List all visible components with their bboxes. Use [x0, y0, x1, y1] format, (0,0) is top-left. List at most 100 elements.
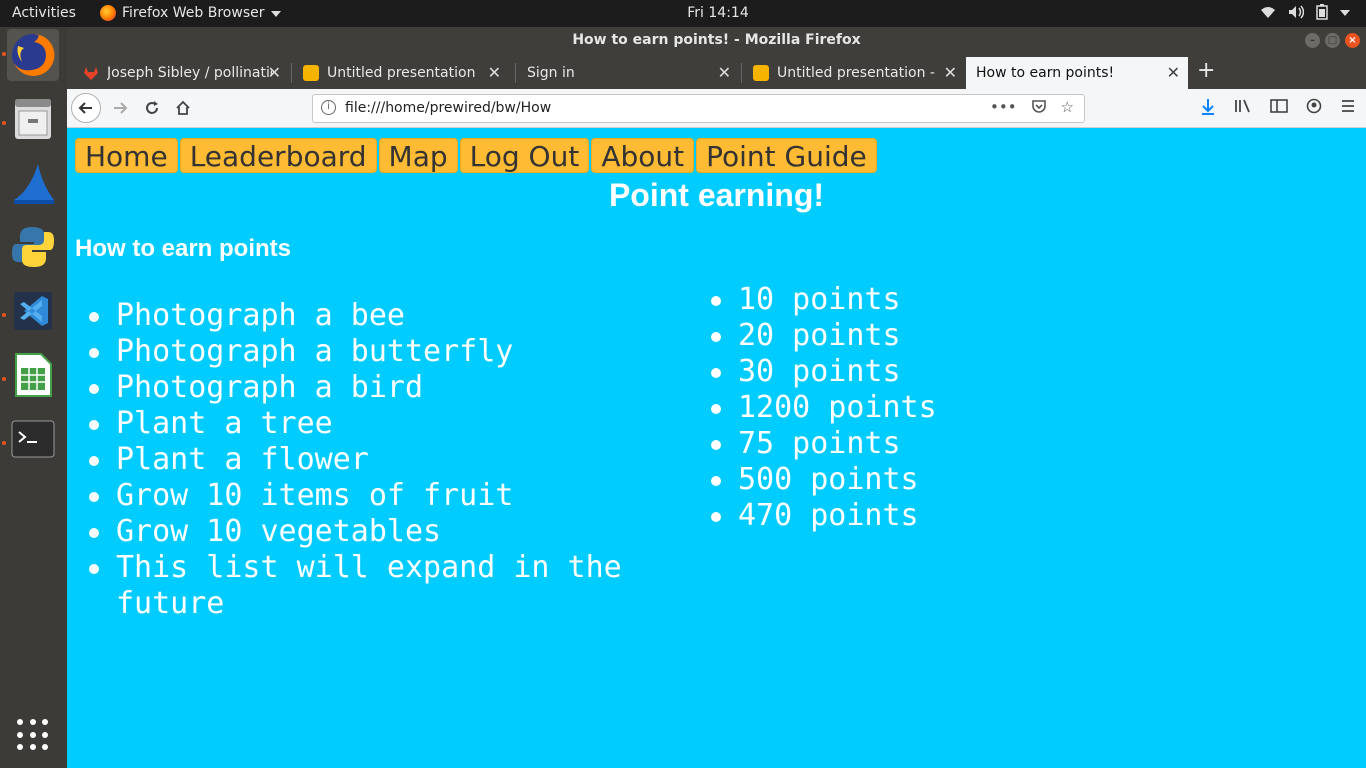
running-indicator: [2, 313, 6, 317]
app-menu[interactable]: Firefox Web Browser: [100, 5, 281, 21]
dock-vscode[interactable]: [7, 285, 59, 337]
bookmark-star-icon[interactable]: ☆: [1061, 98, 1074, 116]
window-title-bar[interactable]: How to earn points! - Mozilla Firefox – …: [67, 27, 1366, 55]
home-icon: [176, 100, 190, 115]
tab-gitlab[interactable]: Joseph Sibley / pollinatio ✕: [73, 57, 289, 89]
tab-label: Untitled presentation - G: [777, 65, 939, 81]
nav-about-link[interactable]: About: [591, 138, 695, 173]
library-icon[interactable]: [1234, 98, 1252, 114]
running-indicator: [2, 52, 6, 56]
tab-label: How to earn points!: [976, 65, 1115, 81]
list-item: 1200 points: [697, 390, 1097, 426]
tab-slides-2[interactable]: Untitled presentation - G ✕: [743, 57, 965, 89]
list-item: 500 points: [697, 462, 1097, 498]
navigation-toolbar: i file:///home/prewired/bw/How ••• ☆: [67, 89, 1366, 128]
volume-icon: [1289, 5, 1304, 19]
close-icon[interactable]: ✕: [488, 63, 501, 82]
list-item: Plant a flower: [75, 442, 645, 478]
new-tab-button[interactable]: +: [1197, 58, 1215, 83]
section-heading: How to earn points: [75, 235, 291, 262]
maximize-icon[interactable]: □: [1325, 33, 1340, 48]
list-item: This list will expand in the future: [75, 550, 645, 622]
sync-account-icon[interactable]: [1306, 98, 1322, 114]
activities-list: Photograph a bee Photograph a butterfly …: [75, 298, 645, 622]
dock: [0, 27, 67, 768]
dock-calc[interactable]: [7, 349, 59, 401]
dock-files[interactable]: [7, 93, 59, 145]
list-item: Grow 10 items of fruit: [75, 478, 645, 514]
nav-leaderboard-link[interactable]: Leaderboard: [179, 138, 377, 173]
battery-icon: [1316, 4, 1328, 20]
gitlab-icon: [84, 67, 98, 80]
list-item: 75 points: [697, 426, 1097, 462]
tab-separator: [291, 63, 292, 83]
slides-icon: [753, 65, 769, 81]
firefox-icon: [100, 5, 116, 21]
list-item: 10 points: [697, 282, 1097, 318]
nav-home-link[interactable]: Home: [75, 138, 178, 173]
forward-button[interactable]: [105, 93, 135, 123]
running-indicator: [2, 441, 6, 445]
web-page: Home Leaderboard Map Log Out About Point…: [67, 128, 1366, 768]
download-icon[interactable]: [1200, 98, 1216, 116]
reload-button[interactable]: [137, 93, 167, 123]
points-list: 10 points 20 points 30 points 1200 point…: [697, 282, 1097, 534]
close-icon[interactable]: ✕: [944, 63, 957, 82]
home-button[interactable]: [168, 93, 198, 123]
toolbar-right: [1200, 98, 1356, 116]
tab-separator: [515, 63, 516, 83]
close-icon[interactable]: ✕: [1167, 63, 1180, 82]
file-cabinet-icon: [15, 99, 51, 139]
back-button[interactable]: [71, 93, 101, 123]
more-actions-icon[interactable]: •••: [990, 98, 1017, 116]
dock-python[interactable]: [7, 221, 59, 273]
page-heading: Point earning!: [608, 177, 825, 213]
slides-icon: [303, 65, 319, 81]
hamburger-menu-icon[interactable]: [1340, 98, 1356, 114]
info-icon[interactable]: i: [321, 100, 336, 115]
list-item: 20 points: [697, 318, 1097, 354]
dock-terminal[interactable]: [7, 413, 59, 465]
firefox-icon: [12, 33, 55, 76]
url-text: file:///home/prewired/bw/How: [345, 100, 552, 116]
system-tray[interactable]: [1260, 4, 1350, 20]
terminal-icon: [11, 420, 55, 458]
running-indicator: [2, 377, 6, 381]
dock-firefox[interactable]: [7, 29, 59, 81]
close-icon[interactable]: ×: [1345, 33, 1360, 48]
list-item: 470 points: [697, 498, 1097, 534]
url-bar[interactable]: i file:///home/prewired/bw/How ••• ☆: [312, 94, 1085, 123]
activities-button[interactable]: Activities: [12, 5, 76, 21]
list-item: Grow 10 vegetables: [75, 514, 645, 550]
wifi-icon: [1261, 7, 1275, 18]
forward-arrow-icon: [114, 102, 128, 114]
url-tools: ••• ☆: [990, 98, 1074, 116]
close-icon[interactable]: ✕: [268, 63, 281, 82]
tab-active[interactable]: How to earn points! ✕: [966, 57, 1188, 89]
tab-label: Joseph Sibley / pollinatio: [107, 65, 272, 81]
pocket-icon[interactable]: [1031, 98, 1047, 114]
dock-wireshark[interactable]: [7, 157, 59, 209]
list-item: Photograph a bee: [75, 298, 645, 334]
list-item: Photograph a bird: [75, 370, 645, 406]
tab-slides-1[interactable]: Untitled presentation - G ✕: [293, 57, 509, 89]
window-controls: – □ ×: [1305, 33, 1360, 48]
chevron-down-icon: [1340, 10, 1350, 16]
close-icon[interactable]: ✕: [718, 63, 731, 82]
shark-fin-icon: [14, 164, 54, 204]
show-applications-icon[interactable]: [17, 719, 49, 751]
list-item: Plant a tree: [75, 406, 645, 442]
tab-sign-in[interactable]: Sign in ✕: [517, 57, 739, 89]
sidebar-icon[interactable]: [1270, 98, 1288, 114]
code-editor-icon: [14, 292, 52, 330]
back-arrow-icon: [78, 102, 92, 114]
nav-logout-link[interactable]: Log Out: [459, 138, 590, 173]
nav-point-guide-link[interactable]: Point Guide: [696, 138, 877, 173]
minimize-icon[interactable]: –: [1305, 33, 1320, 48]
reload-icon: [146, 101, 158, 114]
window-title: How to earn points! - Mozilla Firefox: [572, 32, 861, 48]
list-item: Photograph a butterfly: [75, 334, 645, 370]
tab-bar: Joseph Sibley / pollinatio ✕ Untitled pr…: [67, 55, 1366, 89]
site-nav-menu: Home Leaderboard Map Log Out About Point…: [75, 138, 877, 173]
nav-map-link[interactable]: Map: [378, 138, 458, 173]
